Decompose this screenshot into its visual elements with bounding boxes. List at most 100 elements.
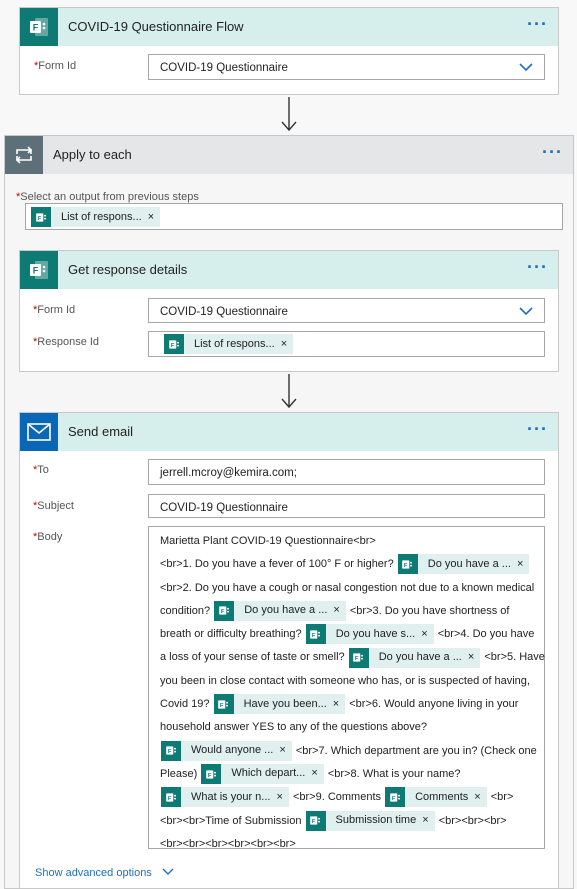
body-text: condition? [160, 604, 214, 617]
dynamic-content-token[interactable]: F Do you have a ... × [348, 646, 481, 669]
body-line: condition? F Do you have a ... × <br>3. Do… [160, 600, 539, 623]
body-text: <br>9. Comments [289, 791, 385, 804]
forms-icon: F [305, 624, 326, 645]
subject-field[interactable]: COVID-19 Questionnaire [148, 494, 545, 518]
token-label: List of respons... [194, 338, 275, 350]
token-label: Do you have s... [335, 627, 416, 640]
body-text: you been in close contact with someone w… [160, 674, 530, 687]
body-text: a loss of your sense of taste or smell? [160, 651, 348, 664]
token-label: Submission time [335, 814, 417, 827]
token-label: What is your n... [191, 790, 271, 803]
body-text: household answer YES to any of the quest… [160, 721, 428, 734]
body-editor[interactable]: Marietta Plant COVID-19 Questionnaire<br… [148, 526, 545, 850]
send-email-title: Send email [68, 424, 134, 439]
svg-text:F: F [37, 215, 41, 221]
svg-text:F: F [208, 772, 212, 778]
body-line: <br><br><br><br><br><br> [160, 833, 539, 856]
mail-icon [20, 413, 58, 451]
arrow-down-icon [281, 97, 297, 132]
form-id-dropdown[interactable]: COVID-19 Questionnaire [148, 54, 545, 80]
forms-icon: F [161, 740, 181, 761]
body-text: <br><br><br> [435, 814, 507, 827]
body-text: Please) [160, 767, 201, 780]
chevron-down-icon[interactable] [519, 61, 533, 73]
to-value: jerrell.mcroy@kemira.com; [160, 467, 297, 479]
ellipsis-icon[interactable]: ··· [527, 14, 548, 35]
dynamic-content-token[interactable]: F Which depart... × [201, 762, 324, 785]
forms-icon: F [31, 207, 51, 227]
dynamic-content-token[interactable]: F Comments × [385, 786, 487, 809]
close-icon[interactable]: × [333, 599, 345, 622]
get-response-header[interactable]: F Get response details ··· [20, 251, 558, 289]
close-icon[interactable]: × [468, 646, 480, 669]
trigger-card-header[interactable]: F COVID-19 Questionnaire Flow ··· [20, 8, 558, 46]
chevron-down-icon[interactable] [519, 305, 533, 317]
svg-text:F: F [404, 563, 408, 569]
close-icon[interactable]: × [281, 338, 293, 350]
response-id-token[interactable]: F List of respons... × [164, 334, 294, 354]
svg-text:F: F [33, 23, 39, 33]
svg-text:F: F [312, 633, 316, 639]
token-label: Would anyone ... [191, 744, 274, 757]
trigger-card: F COVID-19 Questionnaire Flow ··· *Form … [19, 7, 559, 95]
ellipsis-icon[interactable]: ··· [527, 257, 548, 278]
svg-text:F: F [392, 796, 396, 802]
close-icon[interactable]: × [279, 739, 291, 762]
close-icon[interactable]: × [421, 623, 433, 646]
svg-text:F: F [167, 749, 171, 755]
select-output-field[interactable]: F List of respons... × [25, 203, 563, 230]
svg-text:F: F [312, 819, 316, 825]
dynamic-content-token[interactable]: F What is your n... × [161, 786, 289, 809]
apply-to-each-header[interactable]: Apply to each ··· [5, 136, 573, 174]
close-icon[interactable]: × [422, 809, 434, 832]
subject-value: COVID-19 Questionnaire [160, 502, 288, 514]
forms-icon: F [20, 251, 58, 289]
ellipsis-icon[interactable]: ··· [542, 142, 563, 163]
body-text: <br> [487, 791, 514, 804]
dynamic-content-token[interactable]: F Do you have s... × [305, 623, 434, 646]
dynamic-content-token[interactable]: F Submission time × [305, 809, 435, 832]
forms-icon: F [164, 334, 184, 354]
close-icon[interactable]: × [517, 553, 529, 576]
forms-icon: F [305, 810, 326, 831]
forms-icon: F [348, 647, 369, 668]
dynamic-content-token[interactable]: F Do you have a ... × [214, 599, 346, 622]
ellipsis-icon[interactable]: ··· [527, 419, 548, 440]
dynamic-content-token[interactable]: F Would anyone ... × [161, 739, 292, 762]
body-line: Covid 19? F Have you been... × <br>6. Woul… [160, 693, 539, 716]
body-line: Marietta Plant COVID-19 Questionnaire<br… [160, 530, 539, 553]
svg-text:F: F [220, 703, 224, 709]
dynamic-content-token[interactable]: F Have you been... × [213, 693, 346, 716]
body-text: <br>5. Have [481, 651, 545, 664]
form-id-value: COVID-19 Questionnaire [160, 62, 288, 74]
form-id-dropdown[interactable]: COVID-19 Questionnaire [148, 298, 545, 323]
forms-icon: F [213, 694, 234, 715]
close-icon[interactable]: × [474, 786, 486, 809]
dynamic-content-token[interactable]: F Do you have a ... × [397, 553, 530, 576]
body-label: *Body [33, 531, 63, 543]
svg-text:F: F [33, 266, 39, 276]
show-advanced-label: Show advanced options [35, 867, 152, 879]
token-label: Do you have a ... [378, 650, 462, 663]
response-id-field[interactable]: F List of respons... × [148, 331, 545, 357]
send-email-header[interactable]: Send email ··· [20, 413, 558, 451]
body-text: <br><br>Time of Submission [160, 814, 305, 827]
body-text: <br>8. What is your name? [324, 767, 461, 780]
forms-icon: F [385, 787, 406, 808]
body-line: you been in close contact with someone w… [160, 670, 539, 693]
to-field[interactable]: jerrell.mcroy@kemira.com; [148, 459, 545, 485]
close-icon[interactable]: × [148, 211, 160, 223]
close-icon[interactable]: × [311, 762, 323, 785]
body-text: <br>2. Do you have a cough or nasal cong… [160, 581, 535, 594]
body-text: <br>1. Do you have a fever of 100° F or … [160, 558, 397, 571]
body-text: Covid 19? [160, 698, 213, 711]
select-output-token[interactable]: F List of respons... × [31, 207, 161, 227]
close-icon[interactable]: × [276, 786, 288, 809]
close-icon[interactable]: × [333, 693, 345, 716]
get-response-title: Get response details [68, 262, 188, 277]
body-text: Marietta Plant COVID-19 Questionnaire<br… [160, 535, 376, 547]
body-line: <br><br>Time of Submission F Submission t… [160, 810, 539, 833]
show-advanced-options-link[interactable]: Show advanced options [35, 867, 174, 879]
body-text: <br>4. Do you have [434, 628, 535, 641]
token-label: Have you been... [243, 697, 327, 710]
